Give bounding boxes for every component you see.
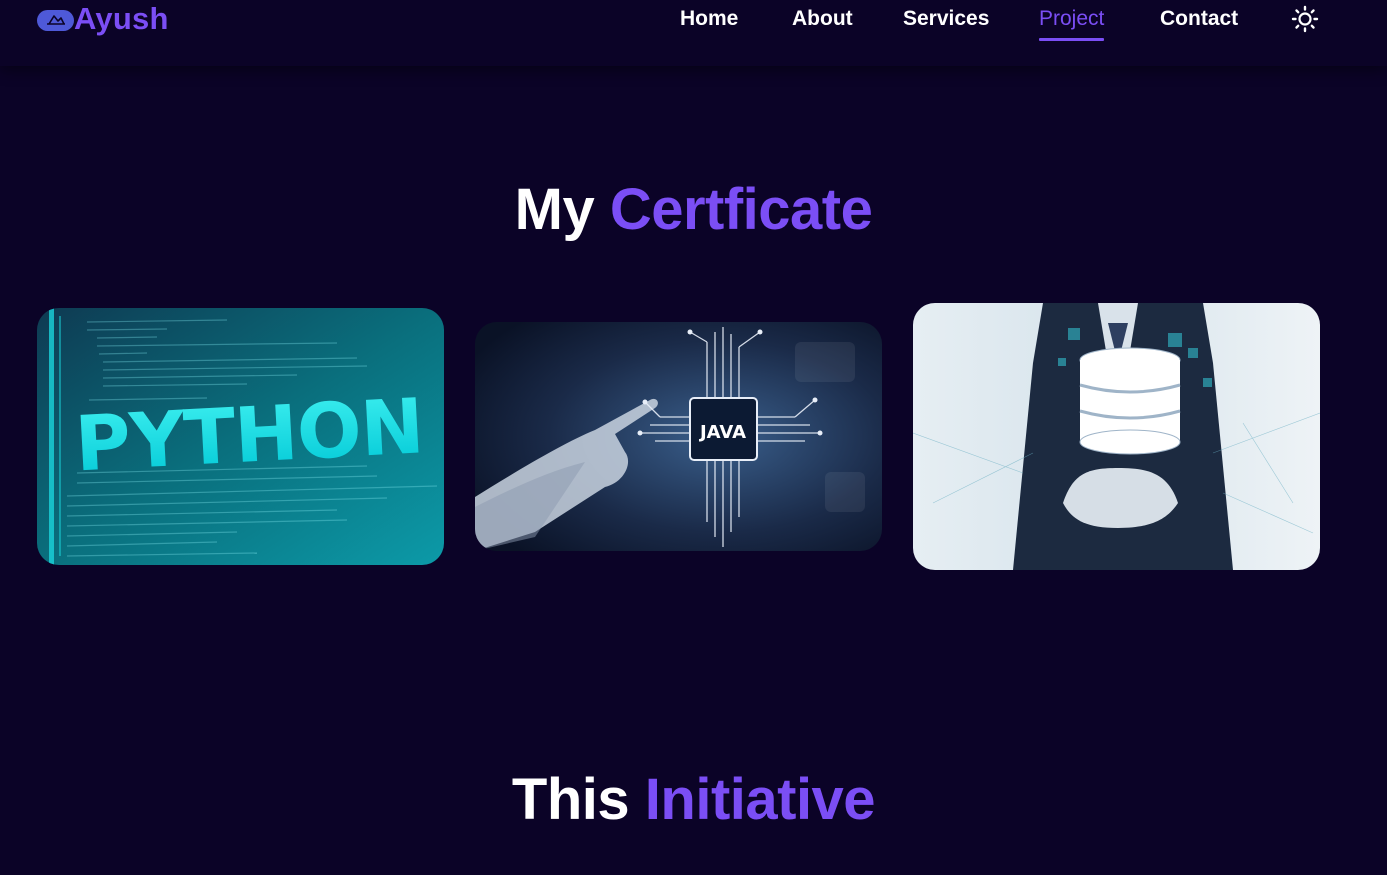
python-certificate-card[interactable]: PYTHON bbox=[37, 308, 444, 565]
certificate-section-title: My Certficate bbox=[0, 176, 1387, 243]
initiative-section-title: This Initiative bbox=[0, 766, 1387, 833]
nav-links: Home About Services Project Contact bbox=[0, 0, 1387, 41]
navbar: Ayush Home About Services Project Contac… bbox=[0, 0, 1387, 66]
database-certificate-image bbox=[913, 303, 1320, 570]
nav-contact[interactable]: Contact bbox=[1160, 5, 1238, 33]
python-card-text: PYTHON bbox=[73, 381, 426, 488]
theme-toggle-button[interactable] bbox=[1291, 5, 1319, 33]
nav-home[interactable]: Home bbox=[680, 5, 738, 33]
python-certificate-image: PYTHON bbox=[37, 308, 444, 565]
active-underline bbox=[1039, 38, 1105, 41]
initiative-title-prefix: This bbox=[511, 767, 630, 832]
sun-icon bbox=[1291, 5, 1319, 33]
nav-about[interactable]: About bbox=[792, 5, 853, 33]
java-certificate-image: JAVA bbox=[475, 322, 882, 551]
database-certificate-card[interactable] bbox=[913, 303, 1320, 570]
java-card-text: JAVA bbox=[698, 422, 746, 443]
initiative-title-accent: Initiative bbox=[644, 767, 876, 832]
certificate-title-accent: Certficate bbox=[609, 177, 873, 242]
nav-project-label: Project bbox=[1039, 7, 1105, 30]
certificate-title-prefix: My bbox=[514, 177, 595, 242]
nav-project[interactable]: Project bbox=[1039, 5, 1105, 41]
java-certificate-card[interactable]: JAVA bbox=[475, 322, 882, 551]
nav-services[interactable]: Services bbox=[903, 5, 989, 33]
